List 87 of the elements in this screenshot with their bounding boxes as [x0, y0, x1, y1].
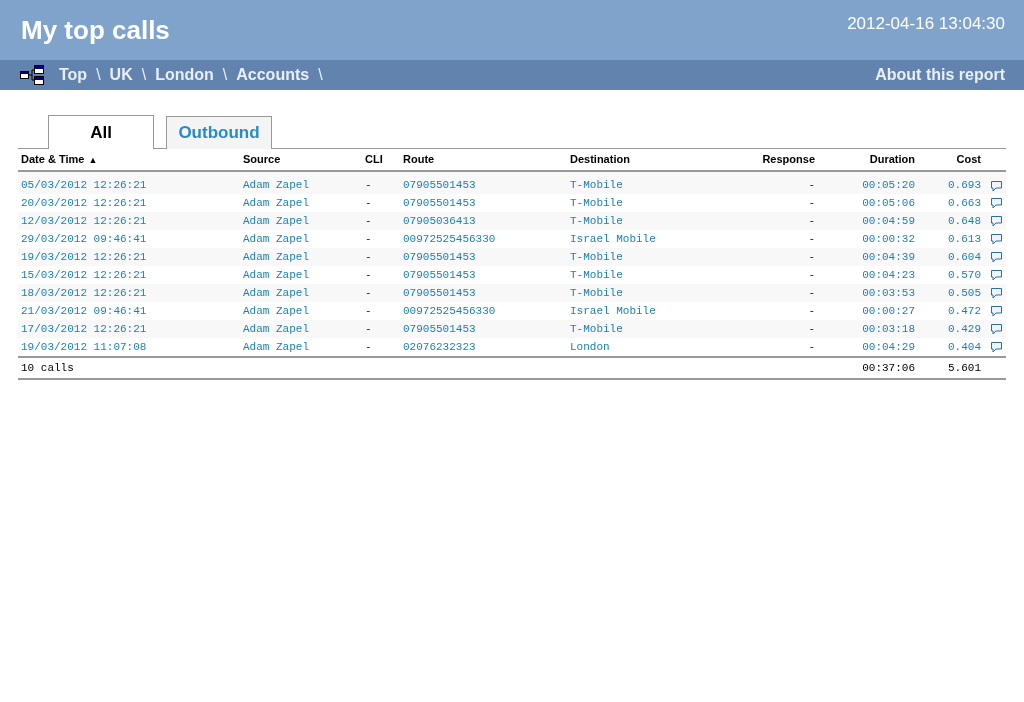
- column-header[interactable]: Response: [762, 153, 815, 165]
- cost-cell[interactable]: 0.404: [948, 341, 981, 353]
- total-duration: 00:37:06: [862, 362, 915, 374]
- source-cell[interactable]: Adam Zapel: [243, 197, 309, 209]
- call-count: 10 calls: [21, 362, 74, 374]
- route-cell[interactable]: 00972525456330: [403, 233, 496, 245]
- response-cell: -: [808, 341, 815, 353]
- comment-icon[interactable]: [990, 305, 1003, 317]
- comment-icon[interactable]: [990, 287, 1003, 299]
- route-cell[interactable]: 07905501453: [403, 269, 476, 281]
- cost-cell[interactable]: 0.663: [948, 197, 981, 209]
- duration-cell[interactable]: 00:05:06: [862, 197, 915, 209]
- response-cell: -: [808, 287, 815, 299]
- route-cell[interactable]: 02076232323: [403, 341, 476, 353]
- about-report-link[interactable]: About this report: [875, 66, 1005, 84]
- response-cell: -: [808, 269, 815, 281]
- breadcrumb-link[interactable]: UK: [109, 66, 133, 84]
- source-cell[interactable]: Adam Zapel: [243, 269, 309, 281]
- route-cell[interactable]: 07905501453: [403, 197, 476, 209]
- source-cell[interactable]: Adam Zapel: [243, 233, 309, 245]
- column-header[interactable]: Cost: [956, 153, 981, 165]
- tab[interactable]: Outbound: [166, 116, 272, 149]
- cli-cell: -: [365, 197, 372, 209]
- cli-cell: -: [365, 215, 372, 227]
- source-cell[interactable]: Adam Zapel: [243, 341, 309, 353]
- destination-cell[interactable]: T-Mobile: [570, 179, 623, 191]
- route-cell[interactable]: 00972525456330: [403, 305, 496, 317]
- duration-cell[interactable]: 00:04:23: [862, 269, 915, 281]
- column-header[interactable]: Duration: [869, 153, 915, 165]
- destination-cell[interactable]: T-Mobile: [570, 269, 623, 281]
- cli-cell: -: [365, 269, 372, 281]
- date-time-cell[interactable]: 20/03/2012 12:26:21: [21, 197, 147, 209]
- breadcrumb-separator: \: [141, 66, 147, 84]
- comment-icon[interactable]: [990, 197, 1003, 209]
- duration-cell[interactable]: 00:04:29: [862, 341, 915, 353]
- cli-cell: -: [365, 341, 372, 353]
- breadcrumb-link[interactable]: London: [155, 66, 214, 84]
- destination-cell[interactable]: London: [570, 341, 610, 353]
- cli-cell: -: [365, 233, 372, 245]
- cli-cell: -: [365, 305, 372, 317]
- comment-icon[interactable]: [990, 215, 1003, 227]
- cli-cell: -: [365, 287, 372, 299]
- cli-cell: -: [365, 323, 372, 335]
- breadcrumb-separator: \: [96, 66, 101, 84]
- cli-cell: -: [365, 251, 372, 263]
- column-header[interactable]: Route: [403, 153, 435, 165]
- destination-cell[interactable]: Israel Mobile: [570, 233, 656, 245]
- breadcrumb-link[interactable]: Accounts: [236, 66, 310, 84]
- date-time-cell[interactable]: 29/03/2012 09:46:41: [21, 233, 147, 245]
- date-time-cell[interactable]: 15/03/2012 12:26:21: [21, 269, 147, 281]
- column-header[interactable]: Destination: [570, 153, 630, 165]
- column-header[interactable]: CLI: [365, 153, 383, 165]
- destination-cell[interactable]: Israel Mobile: [570, 305, 656, 317]
- response-cell: -: [808, 251, 815, 263]
- comment-icon[interactable]: [990, 341, 1003, 353]
- comment-icon[interactable]: [990, 269, 1003, 281]
- comment-icon[interactable]: [990, 323, 1003, 335]
- cost-cell[interactable]: 0.472: [948, 305, 981, 317]
- date-time-cell[interactable]: 21/03/2012 09:46:41: [21, 305, 147, 317]
- comment-icon[interactable]: [990, 233, 1003, 245]
- column-header[interactable]: Date & Time: [21, 153, 85, 165]
- response-cell: -: [808, 197, 815, 209]
- response-cell: -: [808, 323, 815, 335]
- date-time-cell[interactable]: 19/03/2012 11:07:08: [21, 341, 147, 353]
- source-cell[interactable]: Adam Zapel: [243, 305, 309, 317]
- column-header[interactable]: Source: [243, 153, 281, 165]
- breadcrumb-separator: \: [318, 66, 323, 84]
- report-title: My top calls: [21, 14, 170, 46]
- destination-cell[interactable]: T-Mobile: [570, 197, 623, 209]
- response-cell: -: [808, 215, 815, 227]
- duration-cell[interactable]: 00:00:32: [862, 233, 915, 245]
- cli-cell: -: [365, 179, 372, 191]
- response-cell: -: [808, 179, 815, 191]
- report-timestamp: 2012-04-16 13:04:30: [847, 14, 1005, 34]
- comment-icon[interactable]: [990, 251, 1003, 263]
- hierarchy-icon[interactable]: [20, 65, 44, 85]
- cost-cell[interactable]: 0.570: [948, 269, 981, 281]
- tab[interactable]: All: [48, 115, 154, 149]
- response-cell: -: [808, 305, 815, 317]
- breadcrumb-separator: \: [222, 66, 228, 84]
- cost-cell[interactable]: 0.613: [948, 233, 981, 245]
- response-cell: -: [808, 233, 815, 245]
- breadcrumb-link[interactable]: Top: [59, 66, 88, 84]
- sort-indicator: ▲: [88, 155, 98, 165]
- comment-icon[interactable]: [990, 180, 1003, 192]
- duration-cell[interactable]: 00:00:27: [862, 305, 915, 317]
- total-cost: 5.601: [948, 362, 981, 374]
